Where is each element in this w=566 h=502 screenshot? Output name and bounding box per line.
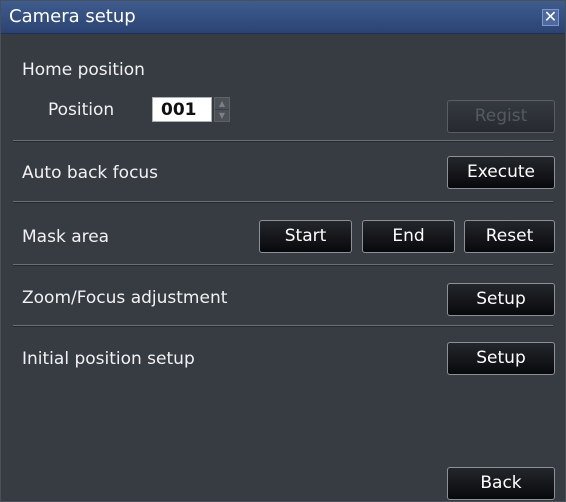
divider xyxy=(13,264,553,266)
camera-setup-dialog: Camera setup ✕ Home position Position 00… xyxy=(0,0,566,502)
spinner-up-icon[interactable]: ▲ xyxy=(215,98,229,110)
divider xyxy=(13,201,553,203)
zoom-focus-setup-button[interactable]: Setup xyxy=(447,283,555,316)
regist-button[interactable]: Regist xyxy=(447,100,555,133)
position-input[interactable]: 001 xyxy=(152,97,212,122)
mask-end-button[interactable]: End xyxy=(362,220,455,253)
mask-area-label: Mask area xyxy=(22,227,110,247)
mask-reset-button[interactable]: Reset xyxy=(464,220,555,253)
spinner-down-icon[interactable]: ▼ xyxy=(215,110,229,121)
dialog-title: Camera setup xyxy=(9,6,136,27)
position-spinner[interactable]: ▲ ▼ xyxy=(214,97,230,122)
back-button[interactable]: Back xyxy=(447,467,555,500)
initial-position-label: Initial position setup xyxy=(22,349,195,369)
initial-position-setup-button[interactable]: Setup xyxy=(447,342,555,375)
auto-back-focus-label: Auto back focus xyxy=(22,163,159,183)
divider xyxy=(13,325,553,327)
mask-start-button[interactable]: Start xyxy=(259,220,352,253)
title-bar: Camera setup ✕ xyxy=(1,1,565,34)
zoom-focus-label: Zoom/Focus adjustment xyxy=(22,288,228,308)
position-label: Position xyxy=(48,100,115,120)
close-icon[interactable]: ✕ xyxy=(542,9,559,26)
execute-button[interactable]: Execute xyxy=(447,156,555,189)
home-position-heading: Home position xyxy=(22,60,145,80)
divider xyxy=(13,140,553,142)
